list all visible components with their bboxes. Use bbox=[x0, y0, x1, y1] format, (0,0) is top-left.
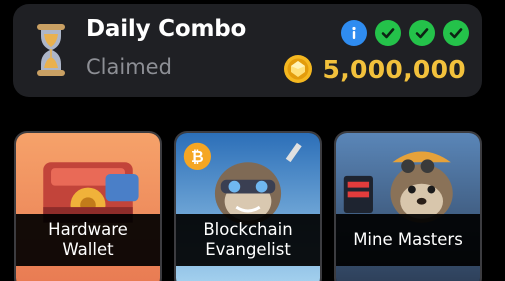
daily-combo-title: Daily Combo bbox=[86, 16, 247, 42]
combo-card-hardware-wallet[interactable]: Hardware Wallet bbox=[14, 131, 162, 281]
reward: 5,000,000 bbox=[283, 54, 466, 84]
card-label: Blockchain Evangelist bbox=[176, 214, 320, 266]
check-icon bbox=[375, 20, 401, 46]
combo-card-mine-masters[interactable]: Mine Masters bbox=[334, 131, 482, 281]
card-label: Mine Masters bbox=[336, 214, 480, 266]
combo-card-blockchain-evangelist[interactable]: ₿ Blockchain Evangelist bbox=[174, 131, 322, 281]
svg-text:₿: ₿ bbox=[191, 148, 204, 166]
info-icon[interactable] bbox=[341, 20, 367, 46]
hourglass-icon bbox=[37, 24, 65, 76]
daily-combo-status: Claimed bbox=[86, 55, 172, 79]
check-icon bbox=[443, 20, 469, 46]
check-icon bbox=[409, 20, 435, 46]
reward-amount: 5,000,000 bbox=[322, 54, 466, 84]
coin-icon bbox=[283, 55, 312, 83]
card-label: Hardware Wallet bbox=[16, 214, 160, 266]
combo-progress-badges bbox=[341, 20, 469, 46]
daily-combo-panel: Daily Combo Claimed 5,000,000 bbox=[13, 4, 482, 97]
